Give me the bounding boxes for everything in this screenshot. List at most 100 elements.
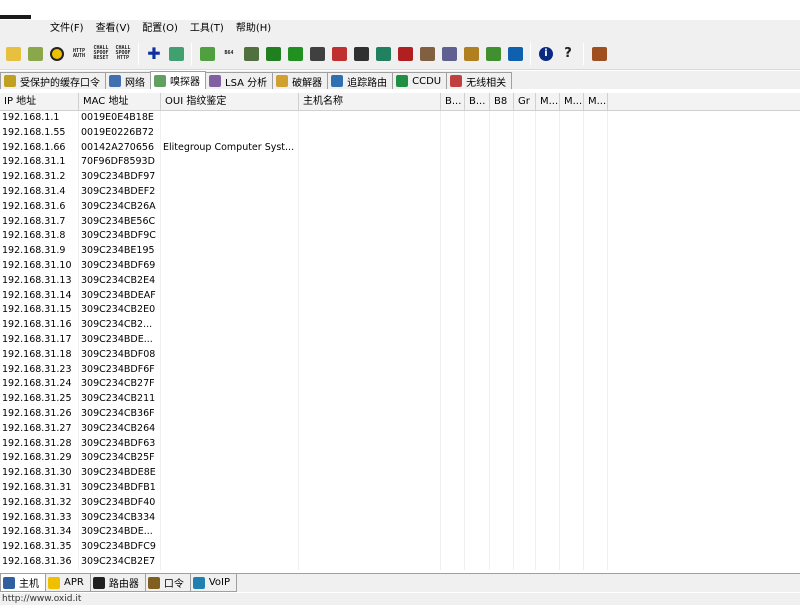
tab-traceroute[interactable]: 追踪路由 bbox=[327, 72, 394, 89]
column-header[interactable]: IP 地址 bbox=[0, 93, 79, 111]
http-auth-button[interactable]: HTTP AUTH bbox=[69, 44, 89, 64]
help-button[interactable]: ? bbox=[558, 44, 578, 64]
column-header[interactable]: B8 bbox=[490, 93, 514, 111]
users-button[interactable] bbox=[417, 44, 437, 64]
column-header[interactable]: M... bbox=[536, 93, 560, 111]
table-row[interactable]: 192.168.31.6 309C234CB26A bbox=[0, 199, 800, 215]
btab-passwords[interactable]: 口令 bbox=[144, 574, 191, 592]
table-row[interactable]: 192.168.31.35 309C234BDFC9 bbox=[0, 540, 800, 555]
table-row[interactable]: 192.168.31.1 70F96DF8593D bbox=[0, 155, 800, 171]
table-row[interactable]: 192.168.31.4 309C234BDEF2 bbox=[0, 184, 800, 200]
exit-button[interactable] bbox=[589, 44, 609, 64]
table-row[interactable]: 192.168.31.28 309C234BDF63 bbox=[0, 436, 800, 452]
table-row[interactable]: 192.168.31.23 309C234BDF6F bbox=[0, 362, 800, 378]
table-row[interactable]: 192.168.31.27 309C234CB264 bbox=[0, 421, 800, 437]
column-header[interactable]: M... bbox=[584, 93, 608, 111]
table-row[interactable]: 192.168.31.31 309C234BDFB1 bbox=[0, 480, 800, 496]
table-cell: 309C234BDF6F bbox=[79, 362, 161, 378]
column-header[interactable]: M... bbox=[560, 93, 584, 111]
table-row[interactable]: 192.168.31.29 309C234CB25F bbox=[0, 451, 800, 467]
wireless-button[interactable] bbox=[505, 44, 525, 64]
table-cell bbox=[536, 332, 560, 348]
table-cell bbox=[161, 495, 299, 511]
open-button[interactable] bbox=[3, 44, 23, 64]
table-row[interactable]: 192.168.31.2 309C234BDF97 bbox=[0, 170, 800, 185]
table-cell-filler bbox=[608, 155, 800, 170]
tab-cached-passwords[interactable]: 受保护的缓存口令 bbox=[0, 72, 106, 89]
column-header[interactable]: MAC 地址 bbox=[79, 93, 161, 111]
table-row[interactable]: 192.168.31.8 309C234BDF9C bbox=[0, 229, 800, 245]
radiation-button[interactable] bbox=[47, 44, 67, 64]
menu-item[interactable]: 查看(V) bbox=[90, 20, 137, 38]
column-header[interactable]: Gr bbox=[514, 93, 536, 111]
table-cell bbox=[536, 318, 560, 333]
tab-wireless[interactable]: 无线相关 bbox=[446, 72, 513, 89]
btab-hosts[interactable]: 主机 bbox=[0, 574, 46, 592]
monitor-button[interactable] bbox=[373, 44, 393, 64]
table-row[interactable]: 192.168.31.15 309C234CB2E0 bbox=[0, 303, 800, 319]
column-header[interactable]: B... bbox=[465, 93, 490, 111]
table-cell: 309C234BDF69 bbox=[79, 258, 161, 274]
tab-sniffer[interactable]: 嗅探器 bbox=[150, 71, 206, 89]
menu-item[interactable]: 配置(O) bbox=[136, 20, 184, 38]
add-button[interactable]: ✚ bbox=[144, 44, 164, 64]
column-header[interactable]: OUI 指纹鉴定 bbox=[161, 93, 299, 111]
table-row[interactable]: 192.168.1.1 0019E0E4B18E bbox=[0, 111, 800, 126]
table-row[interactable]: 192.168.31.14 309C234BDEAF bbox=[0, 288, 800, 304]
table-cell: 309C234CB264 bbox=[79, 421, 161, 437]
cd-button[interactable] bbox=[461, 44, 481, 64]
table-row[interactable]: 192.168.31.32 309C234BDF40 bbox=[0, 495, 800, 511]
table-cell bbox=[536, 392, 560, 407]
tab-ccdu[interactable]: CCDU bbox=[392, 72, 448, 89]
menu-item[interactable]: 帮助(H) bbox=[230, 20, 277, 38]
btab-routing[interactable]: 路由器 bbox=[89, 574, 146, 592]
keys-button[interactable] bbox=[439, 44, 459, 64]
btab-voip[interactable]: VoIP bbox=[189, 574, 237, 592]
tab-cracker[interactable]: 破解器 bbox=[272, 72, 329, 89]
tab-lsa[interactable]: LSA 分析 bbox=[205, 72, 274, 89]
disk-button[interactable] bbox=[395, 44, 415, 64]
hash-calc-button[interactable] bbox=[263, 44, 283, 64]
voip-button[interactable] bbox=[285, 44, 305, 64]
dictionary-button[interactable] bbox=[329, 44, 349, 64]
table-row[interactable]: 192.168.31.13 309C234CB2E4 bbox=[0, 273, 800, 289]
scan-icon bbox=[199, 46, 215, 61]
table-row[interactable]: 192.168.31.10 309C234BDF69 bbox=[0, 258, 800, 274]
table-row[interactable]: 192.168.31.18 309C234BDF08 bbox=[0, 347, 800, 363]
btab-apr[interactable]: APR bbox=[45, 574, 91, 592]
table-row[interactable]: 192.168.1.66 00142A270656 Elitegroup Compu… bbox=[0, 140, 800, 156]
info-button[interactable]: i bbox=[536, 44, 556, 64]
table-row[interactable]: 192.168.31.17 309C234BDE... bbox=[0, 332, 800, 348]
table-row[interactable]: 192.168.31.26 309C234CB36F bbox=[0, 406, 800, 422]
base64-button[interactable]: B64 bbox=[219, 44, 239, 64]
menu-item[interactable]: 文件(F) bbox=[44, 20, 90, 38]
table-cell bbox=[536, 510, 560, 526]
table-cell bbox=[584, 466, 608, 481]
menu-item[interactable]: 工具(T) bbox=[184, 20, 230, 38]
password-button[interactable] bbox=[351, 44, 371, 64]
scan-button[interactable] bbox=[197, 44, 217, 64]
tab-network[interactable]: 网络 bbox=[105, 72, 151, 89]
table-cell bbox=[490, 421, 514, 437]
chall-spoof-http-button[interactable]: CHALL SPOOF HTTP bbox=[113, 44, 133, 64]
table-row[interactable]: 192.168.31.34 309C234BDE... bbox=[0, 525, 800, 541]
column-header[interactable]: B... bbox=[441, 93, 465, 111]
sniffer-button[interactable] bbox=[166, 44, 186, 64]
decoder-button[interactable] bbox=[241, 44, 261, 64]
table-row[interactable]: 192.168.31.24 309C234CB27F bbox=[0, 377, 800, 393]
table-row[interactable]: 192.168.31.30 309C234BDE8E bbox=[0, 466, 800, 481]
table-row[interactable]: 192.168.1.55 0019E0226B72 bbox=[0, 125, 800, 141]
table-row[interactable]: 192.168.31.25 309C234CB211 bbox=[0, 392, 800, 407]
table-cell bbox=[441, 111, 465, 126]
column-header[interactable]: 主机名称 bbox=[299, 93, 441, 111]
table-row[interactable]: 192.168.31.7 309C234BE56C bbox=[0, 214, 800, 230]
table-cell bbox=[299, 540, 441, 555]
book-button[interactable] bbox=[483, 44, 503, 64]
route-button[interactable] bbox=[307, 44, 327, 64]
table-row[interactable]: 192.168.31.9 309C234BE195 bbox=[0, 244, 800, 259]
table-row[interactable]: 192.168.31.16 309C234CB2... bbox=[0, 318, 800, 333]
network-button[interactable] bbox=[25, 44, 45, 64]
table-row[interactable]: 192.168.31.33 309C234CB334 bbox=[0, 510, 800, 526]
chall-spoof-reset-button[interactable]: CHALL SPOOF RESET bbox=[91, 44, 111, 64]
table-row[interactable]: 192.168.31.36 309C234CB2E7 bbox=[0, 554, 800, 570]
